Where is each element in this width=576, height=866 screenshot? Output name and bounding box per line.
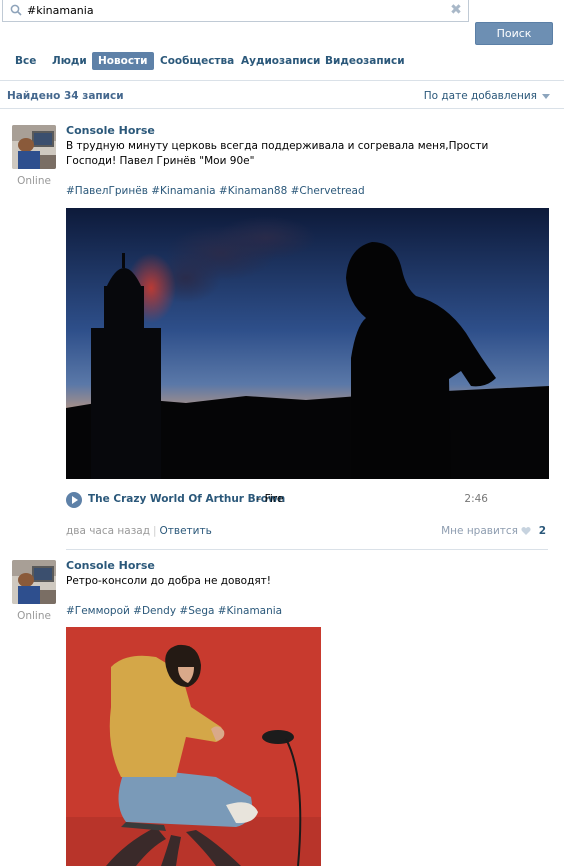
reply-link[interactable]: Ответить xyxy=(160,525,212,537)
audio-title-text: Fire xyxy=(264,493,284,505)
search-button[interactable]: Поиск xyxy=(475,22,553,45)
post-meta: два часа назад | Ответить xyxy=(66,525,212,537)
results-summary: Найдено 34 записи По дате добавления xyxy=(0,81,564,109)
sort-label: По дате добавления xyxy=(423,90,537,102)
like-button[interactable]: Мне нравится 2 xyxy=(441,525,546,537)
heart-icon xyxy=(521,526,531,535)
post-photo[interactable] xyxy=(66,627,321,866)
post-text-line: Господи! Павел Гринёв "Мои 90е" xyxy=(66,155,255,167)
meta-separator: | xyxy=(152,525,157,537)
audio-title: – Fire xyxy=(256,493,284,505)
tab-people[interactable]: Люди xyxy=(46,52,93,70)
online-status: Online xyxy=(17,610,51,622)
audio-track: The Crazy World Of Arthur Brown – Fire 2… xyxy=(66,492,528,508)
like-label: Мне нравится xyxy=(441,525,518,537)
tab-video[interactable]: Видеозаписи xyxy=(319,52,411,70)
online-status: Online xyxy=(17,175,51,187)
search-input[interactable] xyxy=(27,2,447,18)
post-text-line: Ретро-консоли до добра не доводят! xyxy=(66,575,271,587)
avatar-image xyxy=(12,125,56,169)
post-author[interactable]: Console Horse xyxy=(66,124,155,137)
post-text: Ретро-консоли до добра не доводят! xyxy=(66,574,506,589)
chevron-down-icon xyxy=(542,93,550,99)
audio-duration: 2:46 xyxy=(464,493,488,505)
photo-silhouette-sunset xyxy=(66,208,549,479)
avatar-image xyxy=(12,560,56,604)
post-author[interactable]: Console Horse xyxy=(66,559,155,572)
avatar[interactable] xyxy=(12,125,56,169)
post-hashtags[interactable]: #Гемморой #Dendy #Sega #Kinamania xyxy=(66,605,282,617)
tab-news[interactable]: Новости xyxy=(92,52,154,70)
search-icon xyxy=(10,4,22,16)
search-row: ✖ Поиск xyxy=(0,0,576,48)
results-count: Найдено 34 записи xyxy=(7,90,124,102)
clear-search-icon[interactable]: ✖ xyxy=(450,3,462,17)
post-time[interactable]: два часа назад xyxy=(66,525,150,537)
play-icon[interactable] xyxy=(66,492,82,508)
post-divider xyxy=(66,549,548,550)
search-box[interactable]: ✖ xyxy=(2,0,469,22)
avatar[interactable] xyxy=(12,560,56,604)
like-count: 2 xyxy=(538,525,546,537)
post-hashtags[interactable]: #ПавелГринёв #Kinamania #Kinaman88 #Cher… xyxy=(66,185,365,197)
tab-all[interactable]: Все xyxy=(9,52,42,70)
search-tabs: Все Люди Новости Сообщества Аудиозаписи … xyxy=(0,52,564,72)
post-text-line: В трудную минуту церковь всегда поддержи… xyxy=(66,140,489,152)
post-photo[interactable] xyxy=(66,208,549,479)
sort-dropdown[interactable]: По дате добавления xyxy=(424,90,550,102)
post-text: В трудную минуту церковь всегда поддержи… xyxy=(66,139,506,169)
tab-audio[interactable]: Аудиозаписи xyxy=(235,52,326,70)
photo-illustration-gamer xyxy=(66,627,321,866)
tab-communities[interactable]: Сообщества xyxy=(154,52,240,70)
